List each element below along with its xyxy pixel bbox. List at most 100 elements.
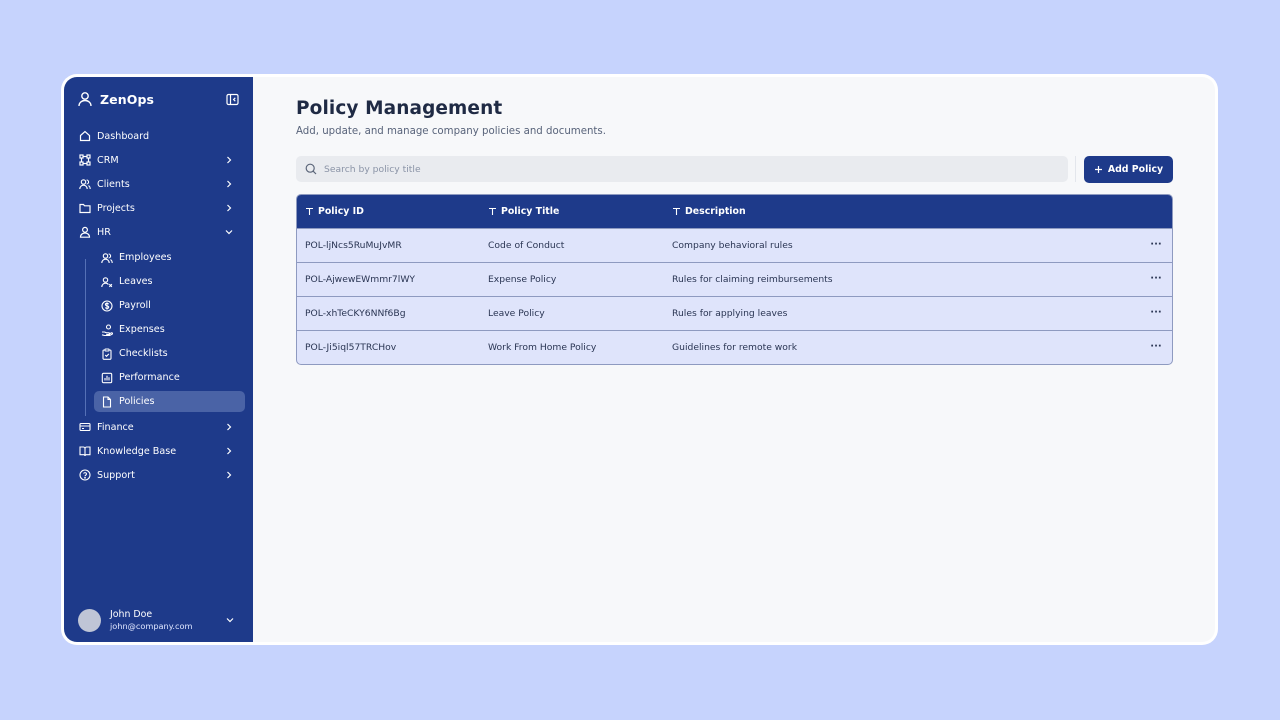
search-bar[interactable] bbox=[296, 156, 1068, 182]
add-policy-button[interactable]: Add Policy bbox=[1084, 156, 1173, 183]
more-options-icon[interactable]: ··· bbox=[1149, 307, 1163, 318]
file-icon bbox=[100, 395, 113, 408]
sidebar-item-label: Employees bbox=[119, 252, 172, 263]
cell-policy-title: Code of Conduct bbox=[488, 240, 565, 251]
text-type-icon bbox=[672, 207, 681, 216]
folder-icon bbox=[78, 202, 91, 215]
cell-description: Rules for applying leaves bbox=[672, 308, 788, 319]
sidebar-item-dashboard[interactable]: Dashboard bbox=[78, 126, 244, 146]
cell-description: Company behavioral rules bbox=[672, 240, 793, 251]
sidebar-item-label: Performance bbox=[119, 372, 180, 383]
chevron-down-icon bbox=[223, 226, 235, 238]
user-email: john@company.com bbox=[110, 620, 193, 631]
chevron-right-icon bbox=[223, 421, 235, 433]
cell-policy-title: Expense Policy bbox=[488, 274, 557, 285]
dollar-circle-icon bbox=[100, 299, 113, 312]
search-input[interactable] bbox=[324, 163, 1024, 175]
credit-card-icon bbox=[78, 421, 91, 434]
crm-icon bbox=[78, 154, 91, 167]
more-options-icon[interactable]: ··· bbox=[1149, 239, 1163, 250]
app-window: ZenOps Dashboard CRM Clients Projects HR… bbox=[61, 74, 1218, 645]
sidebar-item-checklists[interactable]: Checklists bbox=[94, 343, 245, 364]
sidebar-item-label: Payroll bbox=[119, 300, 151, 311]
users-icon bbox=[78, 178, 91, 191]
chevron-right-icon bbox=[223, 469, 235, 481]
column-header-label: Policy ID bbox=[318, 206, 364, 217]
page-title: Policy Management bbox=[296, 98, 503, 119]
table-header: Policy ID Policy Title Description bbox=[297, 195, 1172, 228]
sidebar-item-support[interactable]: Support bbox=[78, 465, 244, 485]
policies-table: Policy ID Policy Title Description POL-l… bbox=[296, 194, 1173, 365]
sidebar: ZenOps Dashboard CRM Clients Projects HR… bbox=[64, 77, 253, 642]
sidebar-item-finance[interactable]: Finance bbox=[78, 417, 244, 437]
sidebar-item-label: Knowledge Base bbox=[97, 445, 177, 457]
column-header-description[interactable]: Description bbox=[672, 206, 746, 217]
sidebar-item-label: Support bbox=[97, 469, 135, 481]
sidebar-item-label: Policies bbox=[119, 396, 155, 407]
column-header-policy-title[interactable]: Policy Title bbox=[488, 206, 559, 217]
table-row[interactable]: POL-ljNcs5RuMuJvMR Code of Conduct Compa… bbox=[297, 228, 1172, 262]
sidebar-item-label: CRM bbox=[97, 154, 119, 166]
cell-policy-id: POL-AjwewEWmmr7lWY bbox=[305, 274, 416, 285]
user-x-icon bbox=[100, 275, 113, 288]
chevron-right-icon bbox=[223, 445, 235, 457]
person-icon bbox=[78, 226, 91, 239]
more-options-icon[interactable]: ··· bbox=[1149, 273, 1163, 284]
app-frame: ZenOps Dashboard CRM Clients Projects HR… bbox=[64, 77, 1215, 642]
sidebar-item-clients[interactable]: Clients bbox=[78, 174, 244, 194]
plus-icon bbox=[1094, 165, 1103, 174]
sidebar-item-projects[interactable]: Projects bbox=[78, 198, 244, 218]
submenu-guide-line bbox=[85, 259, 86, 416]
bar-chart-icon bbox=[100, 371, 113, 384]
user-name: John Doe bbox=[110, 608, 153, 620]
sidebar-item-performance[interactable]: Performance bbox=[94, 367, 245, 388]
text-type-icon bbox=[488, 207, 497, 216]
sidebar-item-label: Projects bbox=[97, 202, 135, 214]
users-icon bbox=[100, 251, 113, 264]
toolbar-divider bbox=[1075, 156, 1076, 182]
chevron-right-icon bbox=[223, 178, 235, 190]
help-circle-icon bbox=[78, 469, 91, 482]
sidebar-item-leaves[interactable]: Leaves bbox=[94, 271, 245, 292]
sidebar-item-label: Expenses bbox=[119, 324, 165, 335]
user-menu[interactable]: John Doe john@company.com bbox=[78, 605, 244, 635]
main-content: Policy Management Add, update, and manag… bbox=[253, 77, 1215, 642]
chevron-down-icon bbox=[224, 614, 236, 626]
user-info: John Doe john@company.com bbox=[110, 609, 193, 632]
sidebar-item-knowledge-base[interactable]: Knowledge Base bbox=[78, 441, 244, 461]
cell-policy-id: POL-Ji5iql57TRCHov bbox=[305, 342, 397, 353]
collapse-sidebar-icon[interactable] bbox=[225, 92, 239, 106]
column-header-policy-id[interactable]: Policy ID bbox=[305, 206, 364, 217]
sidebar-item-label: Leaves bbox=[119, 276, 153, 287]
sidebar-item-employees[interactable]: Employees bbox=[94, 247, 245, 268]
cell-policy-title: Work From Home Policy bbox=[488, 342, 597, 353]
avatar bbox=[78, 608, 101, 632]
sidebar-item-label: Finance bbox=[97, 421, 134, 433]
cell-policy-title: Leave Policy bbox=[488, 308, 545, 319]
sidebar-item-label: HR bbox=[97, 226, 111, 238]
user-icon bbox=[77, 91, 93, 107]
cell-description: Rules for claiming reimbursements bbox=[672, 274, 833, 285]
sidebar-item-crm[interactable]: CRM bbox=[78, 150, 244, 170]
cell-description: Guidelines for remote work bbox=[672, 342, 798, 353]
column-header-label: Description bbox=[685, 206, 746, 217]
table-row[interactable]: POL-Ji5iql57TRCHov Work From Home Policy… bbox=[297, 330, 1172, 364]
app-name: ZenOps bbox=[100, 91, 155, 107]
clipboard-check-icon bbox=[100, 347, 113, 360]
more-options-icon[interactable]: ··· bbox=[1149, 341, 1163, 352]
brand[interactable]: ZenOps bbox=[77, 89, 154, 109]
sidebar-item-hr[interactable]: HR bbox=[78, 222, 244, 242]
sidebar-item-payroll[interactable]: Payroll bbox=[94, 295, 245, 316]
home-icon bbox=[78, 130, 91, 143]
table-row[interactable]: POL-AjwewEWmmr7lWY Expense Policy Rules … bbox=[297, 262, 1172, 296]
sidebar-item-label: Checklists bbox=[119, 348, 168, 359]
column-header-label: Policy Title bbox=[501, 206, 560, 217]
book-icon bbox=[78, 445, 91, 458]
cell-policy-id: POL-ljNcs5RuMuJvMR bbox=[305, 240, 402, 251]
cell-policy-id: POL-xhTeCKY6NNf6Bg bbox=[305, 308, 406, 319]
sidebar-item-expenses[interactable]: Expenses bbox=[94, 319, 245, 340]
sidebar-item-policies[interactable]: Policies bbox=[94, 391, 245, 412]
hand-coins-icon bbox=[100, 323, 113, 336]
table-row[interactable]: POL-xhTeCKY6NNf6Bg Leave Policy Rules fo… bbox=[297, 296, 1172, 330]
chevron-right-icon bbox=[223, 202, 235, 214]
